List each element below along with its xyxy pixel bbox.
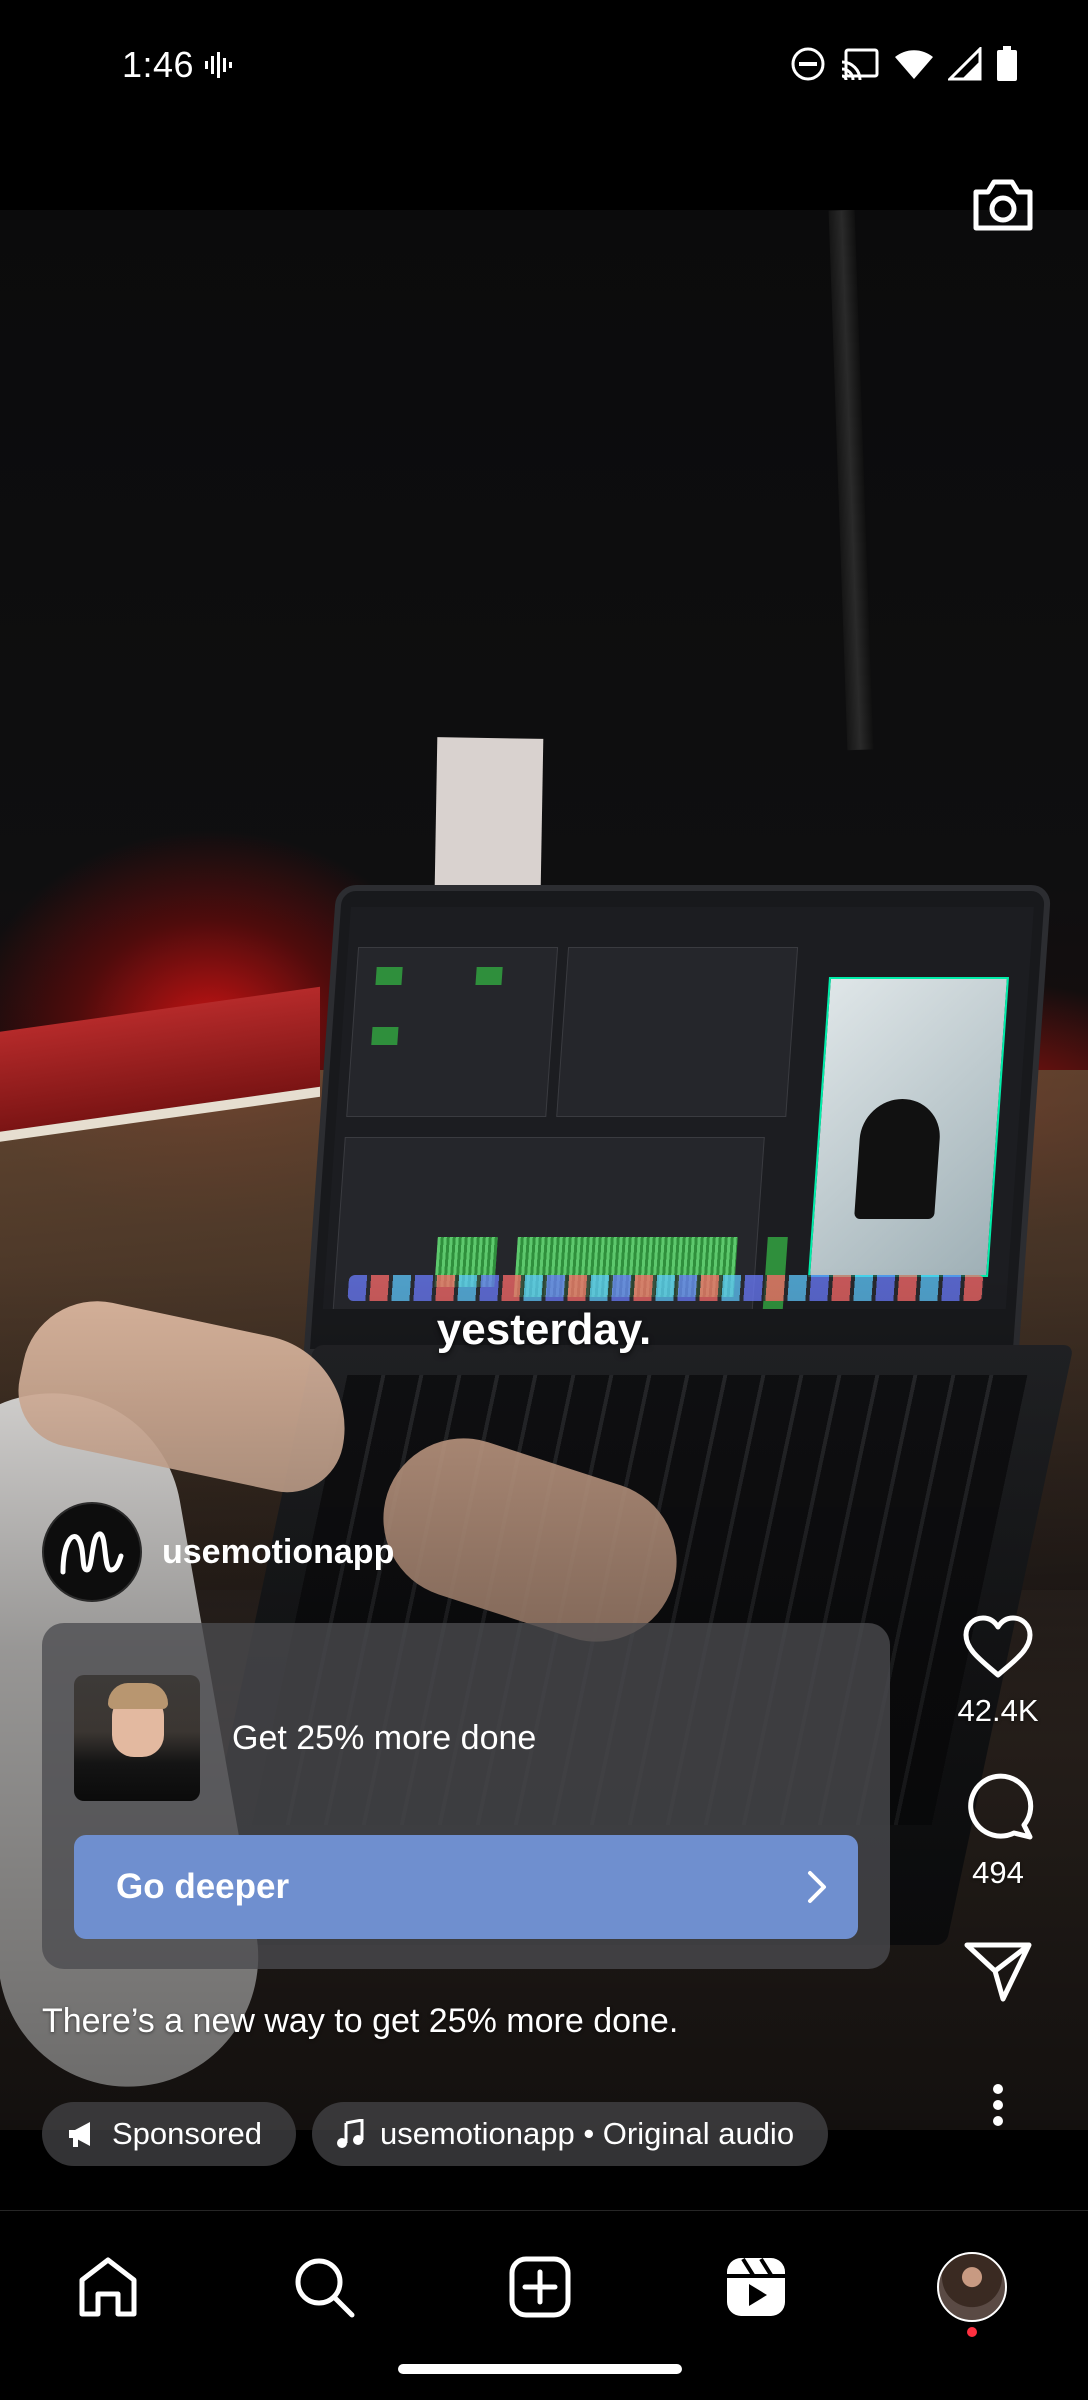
chips-row: Sponsored usemotionapp • Original audio xyxy=(42,2102,829,2166)
send-icon xyxy=(964,1942,1032,2002)
more-vertical-icon xyxy=(993,2084,1003,2126)
author-avatar[interactable] xyxy=(42,1502,142,1602)
more-options-button[interactable] xyxy=(968,2075,1028,2135)
reels-icon xyxy=(727,2257,785,2316)
nav-home[interactable] xyxy=(68,2247,148,2327)
like-button[interactable]: 42.4K xyxy=(957,1615,1039,1729)
ad-card[interactable]: Get 25% more done Go deeper xyxy=(42,1623,890,1969)
video-caption: yesterday. xyxy=(436,1305,652,1354)
home-indicator[interactable] xyxy=(398,2364,682,2374)
profile-avatar xyxy=(937,2252,1007,2322)
do-not-disturb-icon xyxy=(791,47,825,81)
action-bar: 42.4K 494 xyxy=(908,1615,1088,2135)
cast-icon xyxy=(841,48,879,81)
nav-reels[interactable] xyxy=(716,2247,796,2327)
status-bar: 1:46 xyxy=(0,0,1088,134)
go-deeper-button[interactable]: Go deeper xyxy=(74,1835,858,1939)
nav-profile[interactable] xyxy=(932,2247,1012,2337)
cell-signal-icon xyxy=(948,47,982,81)
chevron-right-icon xyxy=(808,1871,826,1903)
camera-icon[interactable] xyxy=(968,170,1038,240)
audio-label: usemotionapp • Original audio xyxy=(379,2116,795,2151)
author-username[interactable]: usemotionapp xyxy=(162,1533,394,1572)
search-icon xyxy=(295,2258,355,2318)
like-count: 42.4K xyxy=(957,1693,1039,1728)
status-time: 1:46 xyxy=(122,44,195,85)
comment-count: 494 xyxy=(972,1855,1024,1890)
sponsored-chip[interactable]: Sponsored xyxy=(42,2102,296,2166)
audio-chip[interactable]: usemotionapp • Original audio xyxy=(311,2102,829,2166)
comment-button[interactable]: 494 xyxy=(962,1769,1034,1891)
home-icon xyxy=(79,2257,137,2317)
wifi-icon xyxy=(895,50,933,79)
nav-create[interactable] xyxy=(500,2247,580,2327)
cta-label: Go deeper xyxy=(116,1867,290,1906)
megaphone-icon xyxy=(69,2122,90,2147)
nav-search[interactable] xyxy=(284,2247,364,2327)
sponsored-label: Sponsored xyxy=(112,2116,262,2151)
notification-dot xyxy=(967,2327,977,2337)
comment-icon xyxy=(968,1773,1034,1840)
ad-title: Get 25% more done xyxy=(232,1719,537,1757)
share-button[interactable] xyxy=(963,1941,1033,2003)
music-note-icon xyxy=(336,2119,364,2148)
motion-logo-icon xyxy=(60,1531,124,1575)
status-icons xyxy=(790,46,1018,82)
thumbnail-hair xyxy=(108,1683,168,1709)
voice-icon xyxy=(205,52,232,78)
reel-description[interactable]: There’s a new way to get 25% more done. xyxy=(42,2002,678,2041)
author[interactable]: usemotionapp xyxy=(42,1502,394,1602)
ad-thumbnail xyxy=(74,1675,200,1801)
create-icon xyxy=(509,2256,571,2318)
battery-icon xyxy=(997,46,1017,81)
heart-icon xyxy=(963,1615,1033,1678)
